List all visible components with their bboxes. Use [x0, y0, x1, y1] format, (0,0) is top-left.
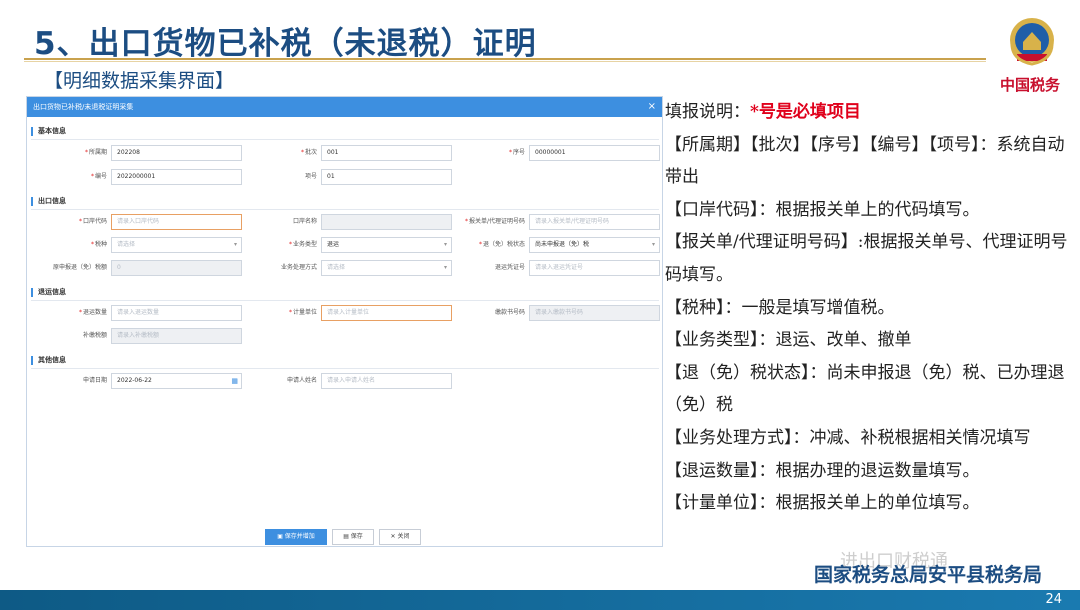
title-divider	[24, 58, 986, 60]
refund-status-label: *退（免）税状态	[478, 241, 525, 248]
applicant-input[interactable]: 请录入申请人姓名	[321, 373, 452, 389]
section-return-info: 退运信息	[31, 288, 66, 297]
instructions-label: 填报说明：	[665, 102, 750, 122]
number-field[interactable]: 2022000001	[111, 169, 242, 185]
tax-type-select[interactable]: 请选择 ▾	[111, 237, 242, 253]
footer-bar	[0, 590, 1080, 610]
title-divider-secondary	[24, 61, 986, 62]
return-cert-input[interactable]: 请录入退运凭证号	[529, 260, 660, 276]
instruction-item: 【业务处理方式】：冲减、补税根据相关情况填写	[665, 427, 1031, 448]
port-code-label: *口岸代码	[78, 218, 107, 225]
save-icon: ▣	[277, 533, 283, 540]
business-type-value: 退运	[327, 241, 340, 248]
item-no-label: 项号	[304, 173, 317, 180]
close-label: 关闭	[397, 533, 410, 540]
period-label: *所属期	[84, 149, 107, 156]
tax-emblem-icon	[1010, 18, 1054, 66]
required-note: *号是必填项目	[750, 102, 861, 122]
close-button[interactable]: ✕ 关闭	[379, 529, 421, 545]
port-name-label: 口岸名称	[292, 218, 317, 225]
refund-status-value: 尚未申报退（免）税	[535, 241, 590, 248]
port-name-field	[321, 214, 452, 230]
unit-input[interactable]: 请录入计量单位	[321, 305, 452, 321]
declaration-no-input[interactable]: 请录入报关单/代理证明号码	[529, 214, 660, 230]
item-no-field[interactable]: 01	[321, 169, 452, 185]
instruction-item: 【所属期】【批次】【序号】【编号】【项号】：系统自动带出	[665, 134, 1065, 188]
instructions-intro: 填报说明：*号是必填项目	[665, 96, 1077, 129]
slide-title: 5、出口货物已补税（未退税）证明	[34, 26, 537, 62]
applicant-label: 申请人姓名	[286, 377, 317, 384]
handling-method-label: 业务处理方式	[280, 264, 317, 271]
handling-method-select[interactable]: 请选择 ▾	[321, 260, 452, 276]
section-divider	[31, 368, 659, 369]
instruction-item: 【业务类型】：退运、改单、撤单	[665, 330, 912, 351]
original-amount-field: 0	[111, 260, 242, 276]
original-amount-label: 原申报退（免）税额	[52, 264, 107, 271]
instruction-item: 【计量单位】：根据报关单上的单位填写。	[665, 493, 980, 514]
supplement-amount-label: 补缴税额	[82, 332, 107, 339]
batch-label: *批次	[300, 149, 317, 156]
section-export-info: 出口信息	[31, 197, 66, 206]
save-button[interactable]: ▤ 保存	[332, 529, 374, 545]
return-qty-label: *退运数量	[78, 309, 107, 316]
close-icon[interactable]: ×	[648, 97, 656, 117]
unit-label: *计量单位	[288, 309, 317, 316]
apply-date-label: 申请日期	[82, 377, 107, 384]
save-and-add-button[interactable]: ▣ 保存并增加	[265, 529, 327, 545]
supplement-amount-field: 请录入补缴税额	[111, 328, 242, 344]
save-and-add-label: 保存并增加	[284, 533, 315, 540]
instruction-item: 【税种】：一般是填写增值税。	[665, 297, 895, 318]
business-type-select[interactable]: 退运 ▾	[321, 237, 452, 253]
instruction-item: 【报关单/代理证明号码】:根据报关单号、代理证明号码填写。	[665, 232, 1068, 285]
chevron-down-icon: ▾	[233, 241, 237, 248]
period-field[interactable]: 202208	[111, 145, 242, 161]
apply-date-value: 2022-06-22	[117, 377, 152, 384]
instructions-panel: 填报说明：*号是必填项目 【所属期】【批次】【序号】【编号】【项号】：系统自动带…	[665, 96, 1077, 520]
invoice-no-label: 缴款书号码	[494, 309, 525, 316]
return-cert-label: 退运凭证号	[494, 264, 525, 271]
port-code-input[interactable]: 请录入口岸代码	[111, 214, 242, 230]
batch-field[interactable]: 001	[321, 145, 452, 161]
emblem-caption: 中国税务	[1000, 76, 1061, 94]
page-number: 24	[1045, 592, 1062, 607]
tax-type-value: 请选择	[117, 241, 136, 248]
business-type-label: *业务类型	[288, 241, 317, 248]
calendar-icon[interactable]: ▦	[231, 374, 238, 388]
save-label: 保存	[350, 533, 363, 540]
number-label: *编号	[90, 173, 107, 180]
chevron-down-icon: ▾	[651, 241, 655, 248]
chevron-down-icon: ▾	[443, 241, 447, 248]
window-title: 出口货物已补税/未退税证明采集	[33, 103, 134, 111]
invoice-no-field: 请录入缴款书号码	[529, 305, 660, 321]
chevron-down-icon: ▾	[443, 264, 447, 271]
tax-type-label: *税种	[90, 241, 107, 248]
bureau-name: 国家税务总局安平县税务局	[814, 564, 1043, 586]
section-basic-info: 基本信息	[31, 127, 66, 136]
instruction-item: 【口岸代码】：根据报关单上的代码填写。	[665, 199, 980, 220]
section-other-info: 其他信息	[31, 356, 66, 365]
apply-date-input[interactable]: 2022-06-22 ▦	[111, 373, 242, 389]
close-icon: ✕	[390, 533, 396, 540]
serial-field[interactable]: 00000001	[529, 145, 660, 161]
refund-status-select[interactable]: 尚未申报退（免）税 ▾	[529, 237, 660, 253]
section-tag: 【明细数据采集界面】	[44, 70, 235, 92]
return-qty-input[interactable]: 请录入退运数量	[111, 305, 242, 321]
collection-window: 出口货物已补税/未退税证明采集 × 基本信息 *所属期 202208 *批次 0…	[26, 96, 663, 547]
handling-method-value: 请选择	[327, 264, 346, 271]
instruction-item: 【退运数量】：根据办理的退运数量填写。	[665, 460, 980, 481]
section-divider	[31, 300, 659, 301]
declaration-no-label: *报关单/代理证明号码	[464, 218, 525, 225]
serial-label: *序号	[508, 149, 525, 156]
window-titlebar: 出口货物已补税/未退税证明采集 ×	[27, 97, 662, 117]
section-divider	[31, 139, 659, 140]
instruction-item: 【退（免）税状态】：尚未申报退（免）税、已办理退（免）税	[665, 362, 1065, 416]
disk-icon: ▤	[343, 533, 349, 540]
section-divider	[31, 209, 659, 210]
